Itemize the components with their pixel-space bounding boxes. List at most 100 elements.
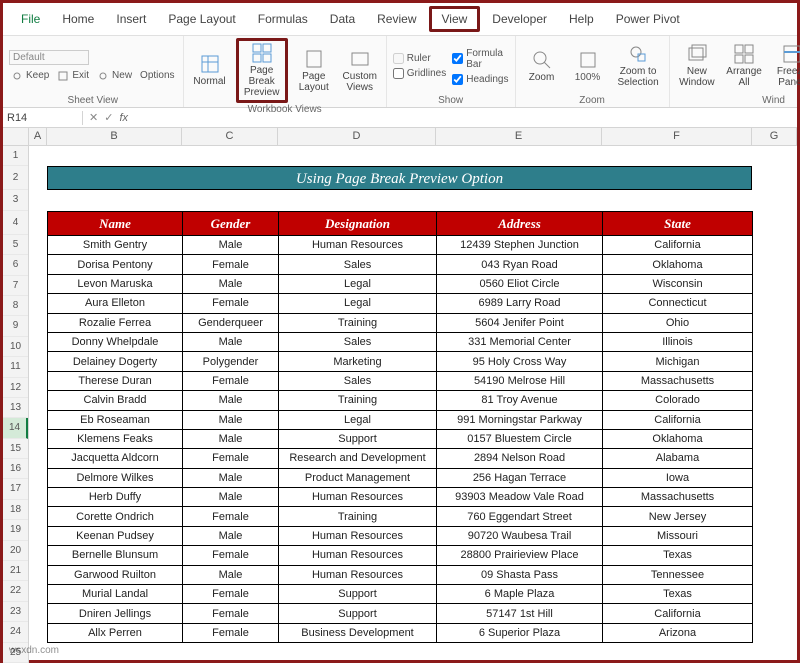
table-cell[interactable]: 6 Superior Plaza: [437, 623, 603, 642]
table-cell[interactable]: Garwood Ruilton: [48, 565, 183, 584]
table-cell[interactable]: Iowa: [603, 468, 753, 487]
col-header-e[interactable]: E: [436, 128, 602, 145]
tab-view[interactable]: View: [429, 6, 481, 32]
table-cell[interactable]: Female: [183, 623, 279, 642]
row-header-22[interactable]: 22: [3, 581, 28, 601]
table-cell[interactable]: Support: [279, 585, 437, 604]
row-header-16[interactable]: 16: [3, 459, 28, 479]
table-cell[interactable]: Texas: [603, 585, 753, 604]
tab-review[interactable]: Review: [367, 9, 426, 29]
options-button[interactable]: Options: [138, 69, 176, 83]
table-cell[interactable]: Dniren Jellings: [48, 604, 183, 623]
table-cell[interactable]: 0560 Eliot Circle: [437, 274, 603, 293]
custom-views-button[interactable]: Custom Views: [340, 47, 380, 95]
tab-formulas[interactable]: Formulas: [248, 9, 318, 29]
row-header-20[interactable]: 20: [3, 541, 28, 561]
table-cell[interactable]: 331 Memorial Center: [437, 332, 603, 351]
table-cell[interactable]: 12439 Stephen Junction: [437, 236, 603, 255]
col-header-d[interactable]: D: [278, 128, 436, 145]
table-cell[interactable]: Legal: [279, 410, 437, 429]
row-header-10[interactable]: 10: [3, 337, 28, 357]
table-cell[interactable]: Alabama: [603, 449, 753, 468]
table-cell[interactable]: Keenan Pudsey: [48, 526, 183, 545]
keep-button[interactable]: Keep: [9, 69, 51, 83]
table-cell[interactable]: 09 Shasta Pass: [437, 565, 603, 584]
table-cell[interactable]: California: [603, 236, 753, 255]
row-header-4[interactable]: 4: [3, 211, 28, 235]
table-cell[interactable]: Corette Ondrich: [48, 507, 183, 526]
table-cell[interactable]: Smith Gentry: [48, 236, 183, 255]
tab-power-pivot[interactable]: Power Pivot: [606, 9, 690, 29]
table-cell[interactable]: Male: [183, 332, 279, 351]
table-cell[interactable]: 256 Hagan Terrace: [437, 468, 603, 487]
table-cell[interactable]: Female: [183, 604, 279, 623]
table-cell[interactable]: Marketing: [279, 352, 437, 371]
page-break-preview-button[interactable]: Page Break Preview: [236, 38, 288, 103]
table-cell[interactable]: Female: [183, 546, 279, 565]
col-header-f[interactable]: F: [602, 128, 752, 145]
row-header-15[interactable]: 15: [3, 439, 28, 459]
table-cell[interactable]: Support: [279, 604, 437, 623]
name-box[interactable]: R14: [3, 111, 83, 125]
normal-view-button[interactable]: Normal: [190, 52, 230, 89]
table-cell[interactable]: Herb Duffy: [48, 488, 183, 507]
row-header-9[interactable]: 9: [3, 316, 28, 336]
table-cell[interactable]: 760 Eggendart Street: [437, 507, 603, 526]
table-cell[interactable]: Male: [183, 274, 279, 293]
table-cell[interactable]: Aura Elleton: [48, 294, 183, 313]
table-cell[interactable]: Male: [183, 488, 279, 507]
table-cell[interactable]: Delainey Dogerty: [48, 352, 183, 371]
table-cell[interactable]: Training: [279, 313, 437, 332]
table-cell[interactable]: Training: [279, 391, 437, 410]
row-header-11[interactable]: 11: [3, 357, 28, 377]
cancel-formula-icon[interactable]: ✕: [89, 111, 98, 124]
page-layout-button[interactable]: Page Layout: [294, 47, 334, 95]
table-cell[interactable]: Business Development: [279, 623, 437, 642]
table-cell[interactable]: Connecticut: [603, 294, 753, 313]
table-cell[interactable]: Sales: [279, 255, 437, 274]
table-cell[interactable]: Rozalie Ferrea: [48, 313, 183, 332]
table-cell[interactable]: Research and Development: [279, 449, 437, 468]
row-header-5[interactable]: 5: [3, 235, 28, 255]
arrange-all-button[interactable]: Arrange All: [724, 42, 764, 90]
headings-checkbox[interactable]: Headings: [452, 74, 508, 85]
table-cell[interactable]: Levon Maruska: [48, 274, 183, 293]
table-cell[interactable]: California: [603, 604, 753, 623]
tab-help[interactable]: Help: [559, 9, 604, 29]
table-cell[interactable]: Murial Landal: [48, 585, 183, 604]
table-cell[interactable]: 6 Maple Plaza: [437, 585, 603, 604]
table-cell[interactable]: Male: [183, 391, 279, 410]
gridlines-checkbox[interactable]: Gridlines: [393, 68, 446, 79]
table-cell[interactable]: Massachusetts: [603, 371, 753, 390]
new-window-button[interactable]: New Window: [676, 42, 718, 90]
table-cell[interactable]: Female: [183, 294, 279, 313]
table-cell[interactable]: Human Resources: [279, 488, 437, 507]
table-cell[interactable]: Human Resources: [279, 526, 437, 545]
table-cell[interactable]: 0157 Bluestem Circle: [437, 429, 603, 448]
table-cell[interactable]: Training: [279, 507, 437, 526]
table-cell[interactable]: Male: [183, 526, 279, 545]
table-cell[interactable]: Bernelle Blunsum: [48, 546, 183, 565]
freeze-panes-button[interactable]: Freeze Panes: [770, 42, 800, 90]
table-cell[interactable]: Oklahoma: [603, 255, 753, 274]
col-header-c[interactable]: C: [182, 128, 278, 145]
cells-area[interactable]: Using Page Break Preview Option NameGend…: [29, 146, 797, 669]
table-cell[interactable]: Klemens Feaks: [48, 429, 183, 448]
row-header-19[interactable]: 19: [3, 520, 28, 540]
zoom-button[interactable]: Zoom: [522, 48, 562, 85]
table-cell[interactable]: Jacquetta Aldcorn: [48, 449, 183, 468]
row-header-2[interactable]: 2: [3, 166, 28, 190]
col-header-g[interactable]: G: [752, 128, 797, 145]
table-cell[interactable]: Male: [183, 410, 279, 429]
table-cell[interactable]: Allx Perren: [48, 623, 183, 642]
table-cell[interactable]: 5604 Jenifer Point: [437, 313, 603, 332]
row-header-23[interactable]: 23: [3, 602, 28, 622]
table-cell[interactable]: Support: [279, 429, 437, 448]
row-header-12[interactable]: 12: [3, 378, 28, 398]
table-cell[interactable]: 93903 Meadow Vale Road: [437, 488, 603, 507]
tab-insert[interactable]: Insert: [106, 9, 156, 29]
table-cell[interactable]: Human Resources: [279, 236, 437, 255]
table-cell[interactable]: Tennessee: [603, 565, 753, 584]
table-cell[interactable]: Donny Whelpdale: [48, 332, 183, 351]
table-cell[interactable]: Male: [183, 236, 279, 255]
